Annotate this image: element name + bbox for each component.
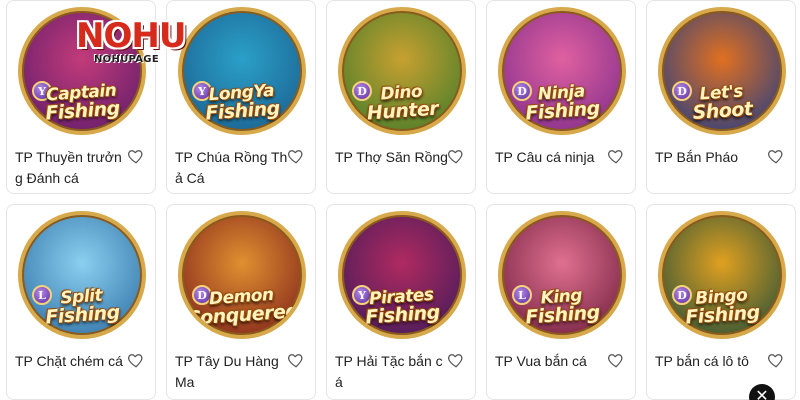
game-title[interactable]: TP Hải Tặc bắn cá <box>335 351 449 393</box>
heart-icon[interactable] <box>127 147 145 165</box>
game-card[interactable]: D Demon Conquered TP Tây Du Hàng Ma <box>166 204 316 400</box>
game-title[interactable]: TP Câu cá ninja <box>495 147 609 168</box>
heart-icon[interactable] <box>767 147 785 165</box>
nohu-logo: NOHU NOHUPAGE <box>76 14 186 70</box>
game-card[interactable]: L King Fishing TP Vua bắn cá <box>486 204 636 400</box>
game-title[interactable]: TP Tây Du Hàng Ma <box>175 351 289 393</box>
game-thumbnail[interactable]: L King Fishing <box>487 205 635 345</box>
game-card[interactable]: L Split Fishing TP Chặt chém cá <box>6 204 156 400</box>
game-title[interactable]: TP Bắn Pháo <box>655 147 769 168</box>
heart-icon[interactable] <box>447 147 465 165</box>
game-thumbnail[interactable]: D Ninja Fishing <box>487 1 635 141</box>
brand-name: NOHU <box>76 16 186 56</box>
game-title[interactable]: TP Vua bắn cá <box>495 351 609 372</box>
game-thumbnail[interactable]: L Split Fishing <box>7 205 155 345</box>
game-card[interactable]: D Bingo Fishing TP bắn cá lô tô <box>646 204 796 400</box>
game-card[interactable]: Y LongYa Fishing TP Chúa Rồng Thả Cá <box>166 0 316 194</box>
game-art: D Bingo Fishing <box>658 211 786 339</box>
game-title[interactable]: TP Thuyền trưởng Đánh cá <box>15 147 129 189</box>
game-art: D Let's Shoot <box>658 7 786 135</box>
game-card[interactable]: D Dino Hunter TP Thợ Săn Rồng <box>326 0 476 194</box>
brand-tagline: NOHUPAGE <box>94 54 159 65</box>
game-art: D Dino Hunter <box>338 7 466 135</box>
game-art: Y LongYa Fishing <box>178 7 306 135</box>
art-line-2: Fishing <box>204 97 281 125</box>
game-card[interactable]: D Let's Shoot TP Bắn Pháo <box>646 0 796 194</box>
art-line-2: Fishing <box>684 301 761 329</box>
art-line-2: Fishing <box>44 301 121 329</box>
game-art: L King Fishing <box>498 211 626 339</box>
game-card[interactable]: Y Pirates Fishing TP Hải Tặc bắn cá <box>326 204 476 400</box>
game-thumbnail[interactable]: Y LongYa Fishing <box>167 1 315 141</box>
game-title[interactable]: TP Chúa Rồng Thả Cá <box>175 147 289 189</box>
heart-icon[interactable] <box>447 351 465 369</box>
heart-icon[interactable] <box>287 351 305 369</box>
game-card[interactable]: D Ninja Fishing TP Câu cá ninja <box>486 0 636 194</box>
game-title[interactable]: TP bắn cá lô tô <box>655 351 769 372</box>
art-line-2: Hunter <box>366 97 439 125</box>
game-thumbnail[interactable]: Y Pirates Fishing <box>327 205 475 345</box>
game-thumbnail[interactable]: D Demon Conquered <box>167 205 315 345</box>
game-art: Y Pirates Fishing <box>338 211 466 339</box>
art-line-2: Fishing <box>524 97 601 125</box>
game-thumbnail[interactable]: D Let's Shoot <box>647 1 795 141</box>
heart-icon[interactable] <box>127 351 145 369</box>
heart-icon[interactable] <box>287 147 305 165</box>
art-line-2: Shoot <box>691 97 754 125</box>
art-line-2: Fishing <box>524 301 601 329</box>
game-thumbnail[interactable]: D Bingo Fishing <box>647 205 795 345</box>
heart-icon[interactable] <box>607 147 625 165</box>
heart-icon[interactable] <box>607 351 625 369</box>
game-art: D Ninja Fishing <box>498 7 626 135</box>
heart-icon[interactable] <box>767 351 785 369</box>
art-line-2: Fishing <box>44 97 121 125</box>
game-art: D Demon Conquered <box>178 211 306 339</box>
game-title[interactable]: TP Chặt chém cá <box>15 351 129 372</box>
game-thumbnail[interactable]: D Dino Hunter <box>327 1 475 141</box>
game-art: L Split Fishing <box>18 211 146 339</box>
art-line-2: Conquered <box>185 300 300 330</box>
game-title[interactable]: TP Thợ Săn Rồng <box>335 147 449 168</box>
art-line-2: Fishing <box>364 301 441 329</box>
